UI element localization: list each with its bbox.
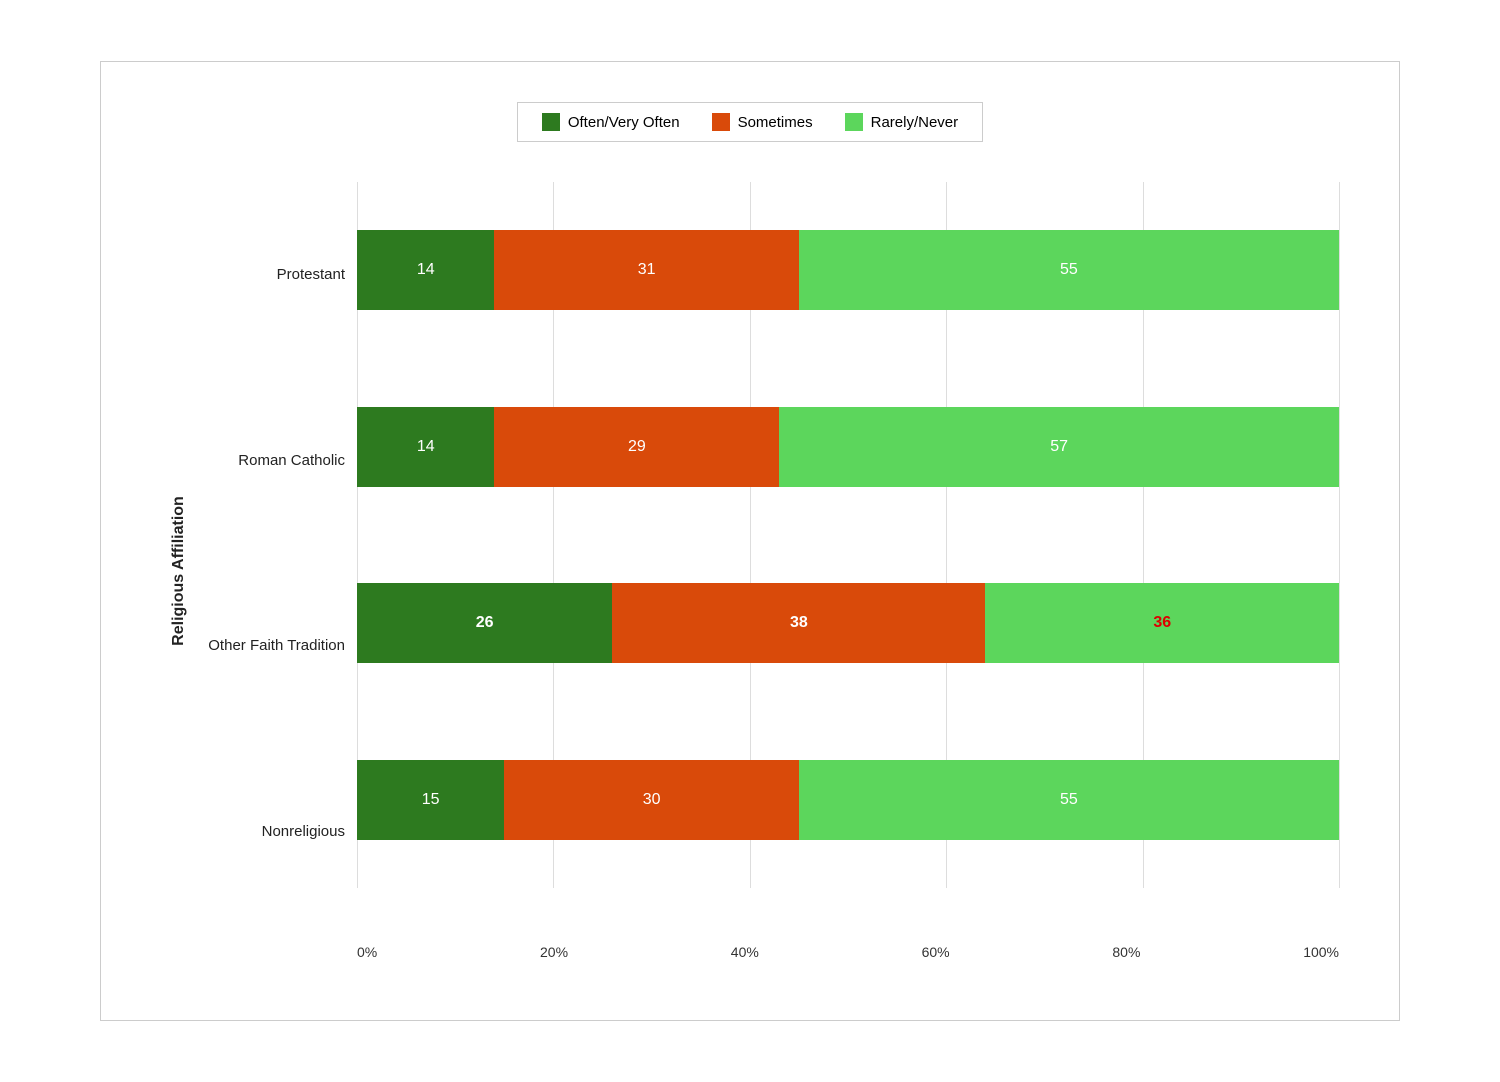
bar-segment: 15 (357, 760, 504, 840)
x-label-0%: 0% (357, 944, 377, 960)
x-label-40%: 40% (731, 944, 759, 960)
bars-area: 143155142957263836153055 0%20%40%60%80%1… (357, 182, 1339, 960)
bar-row-roman-catholic: 142957 (357, 407, 1339, 487)
category-label-protestant: Protestant (197, 265, 357, 285)
stacked-bar: 143155 (357, 230, 1339, 310)
bar-segment: 55 (799, 230, 1339, 310)
legend-item-sometimes: Sometimes (712, 113, 813, 131)
x-label-80%: 80% (1112, 944, 1140, 960)
bar-segment: 57 (779, 407, 1339, 487)
x-label-100%: 100% (1303, 944, 1339, 960)
bar-row-protestant: 143155 (357, 230, 1339, 310)
legend-swatch-often (542, 113, 560, 131)
legend-swatch-sometimes (712, 113, 730, 131)
y-axis-label-container: Religious Affiliation (161, 182, 197, 960)
stacked-bar: 263836 (357, 583, 1339, 663)
y-axis-label: Religious Affiliation (170, 496, 188, 646)
category-labels: Protestant Roman Catholic Other Faith Trad… (197, 182, 357, 960)
category-label-nonreligious: Nonreligious (197, 822, 357, 842)
category-label-roman-catholic: Roman Catholic (197, 451, 357, 471)
legend-label-sometimes: Sometimes (738, 114, 813, 131)
chart-area: Religious Affiliation Protestant Roman Ca… (161, 182, 1339, 960)
bar-segment: 14 (357, 407, 494, 487)
x-axis: 0% 20% 40% 60% 80% 100% (357, 924, 1339, 960)
bars-container: 143155142957263836153055 (357, 182, 1339, 888)
stacked-bar: 153055 (357, 760, 1339, 840)
category-label-other-faith-tradition: Other Faith Tradition (197, 636, 357, 656)
grid-line-100 (1339, 182, 1340, 888)
legend-label-rarely: Rarely/Never (871, 114, 959, 131)
grid-and-bars: 143155142957263836153055 (357, 182, 1339, 924)
x-label-20%: 20% (540, 944, 568, 960)
bar-segment: 14 (357, 230, 494, 310)
stacked-bar: 142957 (357, 407, 1339, 487)
legend-label-often: Often/Very Often (568, 114, 680, 131)
x-label-60%: 60% (922, 944, 950, 960)
legend: Often/Very Often Sometimes Rarely/Never (517, 102, 983, 142)
bar-segment: 31 (494, 230, 798, 310)
bar-row-other-faith-tradition: 263836 (357, 583, 1339, 663)
bar-segment: 36 (985, 583, 1339, 663)
legend-swatch-rarely (845, 113, 863, 131)
bar-segment: 30 (504, 760, 799, 840)
bar-row-nonreligious: 153055 (357, 760, 1339, 840)
bar-segment: 29 (494, 407, 779, 487)
legend-item-rarely: Rarely/Never (845, 113, 959, 131)
bar-segment: 38 (612, 583, 985, 663)
legend-item-often: Often/Very Often (542, 113, 680, 131)
chart-container: Often/Very Often Sometimes Rarely/Never Re… (100, 61, 1400, 1021)
bar-segment: 55 (799, 760, 1339, 840)
bar-segment: 26 (357, 583, 612, 663)
